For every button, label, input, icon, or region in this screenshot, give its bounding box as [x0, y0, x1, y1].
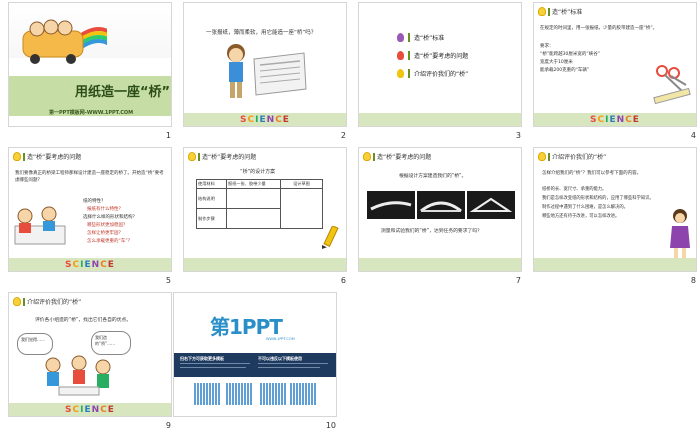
- kids-group-illustration: [45, 355, 111, 396]
- slide-4[interactable]: 造“桥”标准 在规定的时间里，用一张报纸，少量的胶带建造一座“桥”。 要求： “…: [533, 2, 697, 127]
- slide-header: 造“桥”要考虑的问题: [13, 152, 81, 161]
- brand-logo: 第1PPT: [210, 315, 283, 339]
- slide-thumbnail-3[interactable]: 造“桥”标准 造“桥”要考虑的问题 介绍评价我们的“桥” 3: [356, 0, 531, 145]
- slide-number: 7: [515, 276, 521, 285]
- slide-thumbnail-4[interactable]: 造“桥”标准 在规定的时间里，用一张报纸，少量的胶带建造一座“桥”。 要求： “…: [531, 0, 700, 145]
- slide-sorter-grid: 用纸造一座“桥” 第一PPT模板网-WWW.1PPT.COM 1 一张报纸，薄而…: [0, 0, 700, 433]
- slide-5[interactable]: 造“桥”要考虑的问题 我们要像真正的桥梁工程师那样设计建造一座稳定的桥了。开始造…: [8, 147, 172, 272]
- footer-band: [359, 258, 521, 271]
- slide-thumbnail-8[interactable]: 介绍评价我们的“桥” 怎样介绍我们的“桥”？我们可以参考下面的内容。 纸桥的长、…: [531, 145, 700, 290]
- slide-thumbnail-2[interactable]: 一张报纸，薄而柔软，用它能造一座“桥”吗？ SCIENCE 2: [181, 0, 356, 145]
- slide-5-bullet-6: 怎么承载更重的“车”？: [87, 239, 133, 244]
- slide-4-req-2: 宽度大于10厘米: [540, 60, 573, 65]
- science-logo: SCIENCE: [65, 260, 115, 270]
- slide-number: 5: [165, 276, 171, 285]
- slide-8-bullet-4: 哪些地方还有待于改进，可以怎样改进。: [542, 214, 620, 219]
- slide-8-bullet-3: 制作过程中遇到了什么困难，是怎么解决的。: [542, 205, 628, 210]
- qr-text-blocks: [194, 383, 316, 411]
- bulb-icon: [538, 152, 546, 161]
- slide-number: 6: [340, 276, 346, 285]
- slide-4-req-1: “桥”能跨越30厘米宽的“峡谷”: [540, 52, 601, 57]
- slide-7[interactable]: 造“桥”要考虑的问题 根据设计方案建造我们的“桥”。 测量和试验我们的“桥”，达…: [358, 147, 522, 272]
- pencil-icon: [322, 226, 339, 250]
- slide-1-title: 用纸造一座“桥”: [75, 85, 171, 100]
- slide-5-intro: 我们要像真正的桥梁工程师那样设计建造一座稳定的桥了。开始造“桥”要考虑哪些问题？: [15, 171, 164, 183]
- brand-site: WWW.1PPT.COM: [266, 337, 295, 341]
- slide-number: 2: [340, 131, 346, 140]
- slide-5-bullet-2: 报纸有什么特性？: [87, 207, 123, 212]
- slide-9-intro: 评价各小组造的“桥”，找出它们各自的优点。: [35, 318, 132, 323]
- design-table: 使用材料 报纸一张、胶带少量 设计草图 结构说明 制作步骤: [196, 179, 323, 229]
- bridge-photo-2: [417, 191, 465, 219]
- bulb-icon: [397, 51, 404, 60]
- bulb-icon: [13, 152, 21, 161]
- slide-9[interactable]: 介绍评价我们的“桥” 评价各小组造的“桥”，找出它们各自的优点。 我们觉得…… …: [8, 292, 172, 417]
- teacher-illustration: [670, 209, 690, 260]
- slide-2[interactable]: 一张报纸，薄而柔软，用它能造一座“桥”吗？ SCIENCE: [183, 2, 347, 127]
- slide-header: 造“桥”要考虑的问题: [188, 152, 256, 161]
- slide-7-top-text: 根据设计方案建造我们的“桥”。: [399, 174, 467, 179]
- slide-4-req-3: 能承载200克重的“车辆”: [540, 68, 590, 73]
- speech-bubble-1: 我们觉得……: [17, 333, 53, 355]
- slide-thumbnail-1[interactable]: 用纸造一座“桥” 第一PPT模板网-WWW.1PPT.COM 1: [6, 0, 181, 145]
- boy-newspaper-illustration: [227, 44, 307, 98]
- kids-bus-illustration: [22, 19, 107, 64]
- bulb-icon: [363, 152, 371, 161]
- slide-4-intro: 在规定的时间里，用一张报纸，少量的胶带建造一座“桥”。: [540, 26, 658, 31]
- slide-number: 4: [690, 131, 696, 140]
- footer-band: [184, 258, 346, 271]
- agenda-item-1: 造“桥”标准: [397, 33, 444, 42]
- slide-1-subtitle: 第一PPT模板网-WWW.1PPT.COM: [49, 110, 134, 116]
- slide-thumbnail-5[interactable]: 造“桥”要考虑的问题 我们要像真正的桥梁工程师那样设计建造一座稳定的桥了。开始造…: [6, 145, 181, 290]
- slide-header: 介绍评价我们的“桥”: [538, 152, 606, 161]
- slide-header: 造“桥”标准: [538, 7, 582, 16]
- slide-8-bullet-1: 纸桥的长、宽尺寸、承重的能力。: [542, 187, 607, 192]
- slide-1[interactable]: 用纸造一座“桥” 第一PPT模板网-WWW.1PPT.COM: [8, 2, 172, 127]
- agenda-item-2: 造“桥”要考虑的问题: [397, 51, 468, 60]
- slide-header: 造“桥”要考虑的问题: [363, 152, 431, 161]
- slide-6[interactable]: 造“桥”要考虑的问题 “桥”的设计方案 使用材料 报纸一张、胶带少量 设计草图 …: [183, 147, 347, 272]
- slide-thumbnail-9[interactable]: 介绍评价我们的“桥” 评价各小组造的“桥”，找出它们各自的优点。 我们觉得…… …: [6, 290, 181, 433]
- slide-8-intro: 怎样介绍我们的“桥”？我们可以参考下面的内容。: [542, 171, 642, 176]
- science-logo: SCIENCE: [590, 115, 640, 125]
- slide-header: 介绍评价我们的“桥”: [13, 297, 81, 306]
- bulb-icon: [397, 69, 404, 78]
- footer-band: [534, 258, 696, 271]
- bulb-icon: [538, 7, 546, 16]
- slide-5-bullet-1: 纸的特性？: [83, 199, 106, 204]
- slide-7-bottom-text: 测量和试验我们的“桥”，达到任务的要求了吗？: [381, 229, 482, 234]
- slide-5-bullet-5: 怎样让桥更牢固？: [87, 231, 123, 236]
- slide-number: 3: [515, 131, 521, 140]
- bulb-icon: [13, 297, 21, 306]
- kids-building-illustration: [14, 206, 66, 245]
- science-logo: SCIENCE: [240, 115, 290, 125]
- scissors-ruler-illustration: [653, 65, 691, 105]
- bridge-photo-1: [367, 191, 415, 219]
- slide-5-bullet-3: 选择什么样的形状和结构？: [83, 215, 137, 220]
- slide-10[interactable]: 第1PPT WWW.1PPT.COM 扫右下方可获取更多模板 不可以违反以下模板…: [173, 292, 337, 417]
- footer-band: [359, 113, 521, 126]
- speech-bubble-2: 我们造的“桥”……: [91, 331, 131, 355]
- bulb-icon: [397, 33, 404, 42]
- slide-number: 8: [690, 276, 696, 285]
- slide-6-table-title: “桥”的设计方案: [240, 169, 276, 175]
- slide-5-bullet-4: 哪些形状更加稳固？: [87, 223, 128, 228]
- slide-number: 1: [165, 131, 171, 140]
- slide-3[interactable]: 造“桥”标准 造“桥”要考虑的问题 介绍评价我们的“桥”: [358, 2, 522, 127]
- science-logo: SCIENCE: [65, 405, 115, 415]
- slide-2-text: 一张报纸，薄而柔软，用它能造一座“桥”吗？: [206, 30, 317, 36]
- slide-8-bullet-2: 我们是怎样改变纸的形状和结构的，应用了哪些科学知识。: [542, 196, 654, 201]
- slide-4-req-title: 要求：: [540, 44, 554, 49]
- slide-8[interactable]: 介绍评价我们的“桥” 怎样介绍我们的“桥”？我们可以参考下面的内容。 纸桥的长、…: [533, 147, 697, 272]
- bulb-icon: [188, 152, 196, 161]
- slide-thumbnail-7[interactable]: 造“桥”要考虑的问题 根据设计方案建造我们的“桥”。 测量和试验我们的“桥”，达…: [356, 145, 531, 290]
- agenda-item-3: 介绍评价我们的“桥”: [397, 69, 468, 78]
- slide-thumbnail-10[interactable]: 第1PPT WWW.1PPT.COM 扫右下方可获取更多模板 不可以违反以下模板…: [171, 290, 346, 433]
- info-band: 扫右下方可获取更多模板 不可以违反以下模板使用: [174, 353, 336, 377]
- slide-number: 10: [325, 421, 336, 430]
- bridge-photo-3: [467, 191, 515, 219]
- slide-thumbnail-6[interactable]: 造“桥”要考虑的问题 “桥”的设计方案 使用材料 报纸一张、胶带少量 设计草图 …: [181, 145, 356, 290]
